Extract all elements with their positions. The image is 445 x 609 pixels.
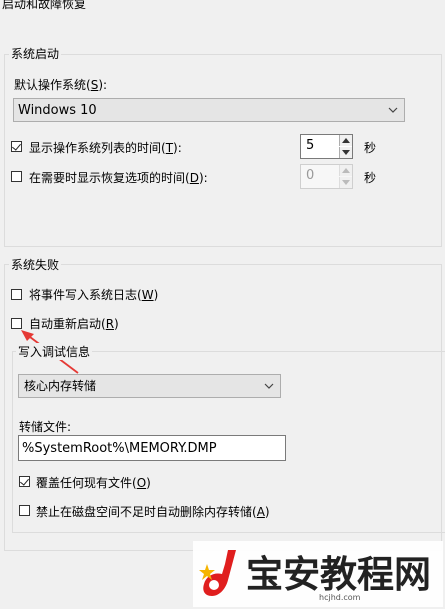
spin-up-button[interactable]: [339, 165, 352, 176]
show-recovery-unit: 秒: [364, 171, 377, 185]
show-recovery-spinner[interactable]: 0: [300, 164, 353, 189]
spin-down-button[interactable]: [339, 147, 352, 158]
watermark-logo-icon: [199, 550, 236, 596]
spin-up-button[interactable]: [339, 135, 352, 146]
disable-auto-delete-label: 禁止在磁盘空间不足时自动删除内存转储(A): [36, 505, 270, 519]
chevron-down-icon: [388, 107, 398, 113]
default-os-select[interactable]: Windows 10: [13, 98, 405, 122]
dump-file-input[interactable]: %SystemRoot%\MEMORY.DMP: [18, 435, 286, 461]
show-recovery-checkbox[interactable]: [11, 171, 22, 182]
caret-up-icon: [342, 168, 350, 173]
watermark-url: hcjhd.com: [319, 593, 361, 602]
caret-up-icon: [342, 138, 350, 143]
default-os-value: Windows 10: [18, 103, 97, 118]
overwrite-label: 覆盖任何现有文件(O): [36, 476, 151, 490]
watermark-text: 宝安教程网: [246, 553, 431, 596]
disable-auto-delete-checkbox[interactable]: [19, 505, 30, 516]
spin-down-button[interactable]: [339, 177, 352, 188]
caret-down-icon: [342, 180, 350, 185]
show-os-list-value: 5: [306, 138, 315, 153]
chevron-down-icon: [264, 383, 274, 389]
dump-type-select[interactable]: 核心内存转储: [18, 374, 281, 398]
write-event-checkbox[interactable]: [11, 289, 22, 300]
write-event-label: 将事件写入系统日志(W): [29, 288, 159, 302]
system-failure-legend: 系统失败: [9, 256, 62, 273]
show-recovery-value: 0: [306, 168, 315, 183]
dump-type-value: 核心内存转储: [24, 379, 97, 393]
default-os-label: 默认操作系统(S):: [14, 78, 108, 92]
system-startup-legend: 系统启动: [9, 45, 62, 62]
show-os-list-checkbox[interactable]: [11, 141, 22, 152]
dump-file-label: 转储文件:: [19, 420, 72, 434]
show-os-list-label: 显示操作系统列表的时间(T):: [29, 141, 182, 155]
show-recovery-label: 在需要时显示恢复选项的时间(D):: [29, 171, 208, 185]
show-os-list-unit: 秒: [364, 141, 377, 155]
debug-info-legend: 写入调试信息: [16, 343, 93, 360]
caret-down-icon: [342, 150, 350, 155]
show-os-list-spinner[interactable]: 5: [300, 134, 353, 159]
dialog-title: 启动和故障恢复: [2, 0, 87, 11]
dump-file-value: %SystemRoot%\MEMORY.DMP: [22, 441, 217, 456]
overwrite-checkbox[interactable]: [19, 476, 30, 487]
